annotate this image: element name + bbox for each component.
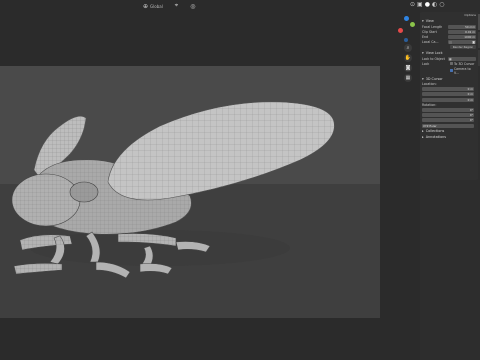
proportional-button[interactable]: ◎ [187,1,198,11]
clip-end-field[interactable]: 1000 m [448,34,476,39]
navigation-gizmo[interactable]: ⌕ ✋ ◙ ▦ [396,14,418,94]
overlay-icon[interactable]: ⊙ [410,1,415,8]
local-camera-field[interactable]: ◙ [448,40,476,45]
cursor-rotation-y-field[interactable]: 0° [422,113,474,118]
shading-render-icon[interactable]: ○ [439,1,444,8]
chevron-right-icon: ▸ [422,129,424,134]
z-axis-icon[interactable] [404,16,409,21]
grid-view-icon[interactable]: ▦ [404,74,412,82]
render-region-checkbox[interactable]: Render Region [450,45,476,50]
snap-button[interactable]: ⌖ [172,1,181,11]
shading-solid-icon[interactable]: ● [425,1,430,8]
chevron-down-icon: ▾ [422,76,424,81]
annotations-section-header[interactable]: ▸ Annotations [420,134,478,140]
snap-icon: ⌖ [174,2,179,9]
local-camera-checkbox[interactable] [449,40,452,44]
camera-icon: ◙ [472,40,475,45]
to-3d-cursor-checkbox[interactable] [450,62,453,66]
proportional-icon: ◎ [190,2,196,10]
chevron-down-icon: ▾ [422,50,424,55]
pan-icon[interactable]: ✋ [404,54,412,62]
shading-material-icon[interactable]: ◐ [432,1,437,8]
global-transform-icon: ⊕ [143,2,149,10]
zoom-icon[interactable]: ⌕ [404,44,412,52]
cursor-location-z-field[interactable]: 0 m [422,97,474,102]
clip-start-field[interactable]: 0.01 m [448,29,476,34]
cursor-location-y-field[interactable]: 0 m [422,92,474,97]
cursor-rotation-x-field[interactable]: 0° [422,108,474,113]
y-axis-icon[interactable] [410,22,415,27]
3d-viewport[interactable]: ⌕ ✋ ◙ ▦ [0,0,420,360]
focal-length-field[interactable]: 50 mm [448,24,476,29]
chevron-right-icon: ▸ [422,135,424,140]
xray-icon[interactable]: ▣ [417,1,423,8]
object-icon: ▦ [449,56,452,61]
sidebar-panel: Options ▾ View Focal Length 50 mm Clip Sta… [420,12,478,180]
cursor-rotation-z-field[interactable]: 0° [422,118,474,123]
viewport-header: ⊕ Global ⌖ ◎ ⊙ ▣ ● ◐ ○ [0,0,480,12]
camera-view-icon[interactable]: ◙ [404,64,412,72]
neg-z-axis-icon[interactable] [404,38,408,42]
rotation-mode-dropdown[interactable]: XYZ Euler [422,123,474,128]
shading-menu[interactable]: ⊕ Global [140,1,166,11]
insect-model [11,101,335,279]
chevron-down-icon: ▾ [422,19,424,23]
camera-to-view-checkbox[interactable] [450,69,453,73]
x-axis-icon[interactable] [398,28,403,33]
cursor-location-x-field[interactable]: 0 m [422,87,474,92]
lock-to-object-field[interactable]: ▦ [448,56,476,61]
